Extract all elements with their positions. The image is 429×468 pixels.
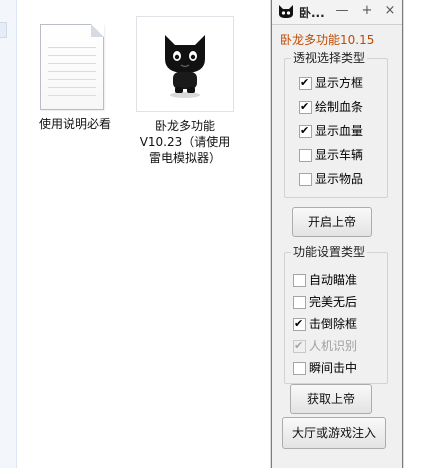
scroll-handle[interactable] [0, 22, 7, 38]
checkbox[interactable] [299, 173, 312, 186]
checkbox-label: 人机识别 [309, 339, 358, 353]
checkbox-label: 完美无后 [309, 295, 358, 309]
checkbox-label: 瞬间击中 [309, 361, 358, 375]
window-title: 卧... [299, 6, 325, 20]
text-document-icon [30, 16, 124, 110]
start-god-button[interactable]: 开启上帝 [292, 207, 372, 237]
black-cat-app-icon [136, 16, 234, 112]
checkbox[interactable] [293, 362, 306, 375]
checkbox-label: 显示车辆 [315, 148, 364, 162]
checkbox[interactable] [293, 296, 306, 309]
file-label: 卧龙多功能V10.23（请使用雷电模拟器） [139, 119, 231, 165]
inject-button[interactable]: 大厅或游戏注入 [282, 417, 386, 449]
function-group: 功能设置类型 自动瞄准 完美无后 击倒除框 人机识别 瞬间击中 [284, 245, 388, 384]
checkbox-label: 显示物品 [315, 172, 364, 186]
checkbox-label: 击倒除框 [309, 317, 358, 331]
window-edge [0, 0, 17, 468]
checkbox[interactable] [299, 99, 312, 115]
checkbox[interactable] [293, 274, 306, 287]
esp-group: 透视选择类型 显示方框 绘制血条 显示血量 显示车辆 显示物品 [284, 51, 388, 198]
checkbox[interactable] [299, 75, 312, 91]
file-app[interactable]: 卧龙多功能V10.23（请使用雷电模拟器） [136, 16, 234, 166]
title-bar[interactable]: 卧... — + × [272, 0, 402, 25]
checkbox-label: 自动瞄准 [309, 273, 358, 287]
file-readme[interactable]: 使用说明必看 [30, 16, 120, 132]
minimize-button[interactable]: — [334, 3, 350, 19]
group-title: 功能设置类型 [291, 245, 368, 260]
black-cat-icon [279, 5, 293, 18]
checkbox [293, 338, 306, 354]
checkbox[interactable] [293, 316, 306, 332]
close-button[interactable]: × [382, 3, 398, 19]
get-god-button[interactable]: 获取上帝 [290, 384, 372, 414]
version-label: 卧龙多功能10.15 [280, 33, 375, 47]
checkbox-label: 显示血量 [315, 124, 364, 138]
group-title: 透视选择类型 [291, 51, 368, 66]
checkbox-label: 绘制血条 [315, 100, 364, 114]
checkbox[interactable] [299, 149, 312, 162]
maximize-button[interactable]: + [359, 3, 375, 19]
file-label: 使用说明必看 [38, 117, 111, 131]
checkbox-label: 显示方框 [315, 76, 364, 90]
tool-window: 卧... — + × 卧龙多功能10.15 透视选择类型 显示方框 绘制血条 显… [271, 0, 403, 468]
checkbox[interactable] [299, 123, 312, 139]
